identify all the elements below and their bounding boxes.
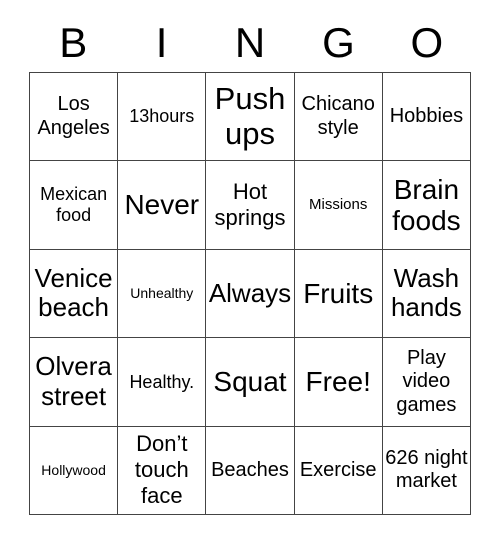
header-letter-g: G — [322, 19, 355, 66]
bingo-cell[interactable]: Healthy. — [118, 338, 207, 427]
bingo-cell[interactable]: 626 night market — [382, 426, 471, 515]
bingo-cell[interactable]: Hot springs — [206, 161, 295, 250]
bingo-header: B I N G O — [29, 14, 471, 72]
bingo-cell-label: Push ups — [214, 80, 286, 151]
bingo-cell-label: Hot springs — [214, 179, 286, 231]
bingo-cell[interactable]: Brain foods — [382, 161, 471, 250]
bingo-cell[interactable]: Los Angeles — [30, 73, 119, 162]
header-letter-n: N — [234, 19, 266, 66]
bingo-cell-label: 626 night market — [385, 446, 468, 493]
bingo-cell[interactable]: Fruits — [294, 249, 383, 339]
bingo-cell[interactable]: Hobbies — [382, 73, 471, 162]
bingo-cell-label: Free! — [305, 366, 371, 398]
bingo-cell-label: Olvera street — [35, 351, 112, 411]
bingo-cell-label: Chicano style — [301, 93, 375, 139]
bingo-cell-label: Mexican food — [40, 184, 108, 226]
bingo-cell-label: Fruits — [303, 277, 374, 309]
bingo-cell[interactable]: Always — [206, 249, 295, 339]
bingo-card: B I N G O Los Angeles 13hours Push ups Chic… — [0, 0, 500, 544]
bingo-cell[interactable]: Play video games — [382, 338, 471, 427]
bingo-cell[interactable]: 13hours — [118, 73, 207, 162]
bingo-cell-label: Never — [124, 189, 200, 221]
bingo-cell[interactable]: Hollywood — [30, 426, 119, 515]
bingo-cell-label: Brain foods — [392, 173, 461, 237]
bingo-cell[interactable]: Mexican food — [30, 161, 119, 250]
bingo-cell-label: Always — [208, 277, 292, 308]
bingo-cell[interactable]: Unhealthy — [118, 249, 207, 339]
header-letter-i: I — [155, 19, 168, 66]
bingo-cell[interactable]: Wash hands — [382, 249, 471, 339]
bingo-cell-label: Squat — [213, 366, 287, 398]
header-letter-b: B — [59, 19, 88, 66]
bingo-cell[interactable]: Push ups — [206, 73, 295, 162]
bingo-cell[interactable]: Squat — [206, 338, 295, 427]
bingo-grid: Los Angeles 13hours Push ups Chicano style H… — [29, 72, 471, 515]
bingo-cell[interactable]: Olvera street — [30, 338, 119, 427]
bingo-cell[interactable]: Never — [118, 161, 207, 250]
bingo-cell-label: Missions — [309, 196, 368, 214]
bingo-cell-label: 13hours — [129, 106, 195, 127]
bingo-cell-label: Healthy. — [129, 371, 195, 392]
bingo-cell[interactable]: Chicano style — [294, 73, 383, 162]
bingo-cell-label: Venice beach — [34, 262, 113, 323]
bingo-cell[interactable]: Don’t touch face — [118, 426, 207, 515]
bingo-cell[interactable]: Free! — [294, 338, 383, 427]
bingo-cell-label: Hollywood — [41, 462, 106, 479]
bingo-cell-label: Play video games — [396, 346, 457, 416]
bingo-cell-label: Hobbies — [389, 104, 464, 127]
bingo-cell[interactable]: Missions — [294, 161, 383, 250]
header-letter-o: O — [410, 19, 444, 66]
bingo-cell-label: Los Angeles — [37, 93, 110, 139]
bingo-cell-label: Don’t touch face — [134, 431, 189, 509]
bingo-cell-label: Unhealthy — [130, 285, 194, 302]
bingo-cell-label: Beaches — [211, 458, 289, 481]
bingo-cell-label: Exercise — [299, 458, 377, 481]
bingo-cell-label: Wash hands — [390, 262, 462, 323]
bingo-cell[interactable]: Exercise — [294, 426, 383, 515]
bingo-cell[interactable]: Beaches — [206, 426, 295, 515]
bingo-cell[interactable]: Venice beach — [30, 249, 119, 339]
